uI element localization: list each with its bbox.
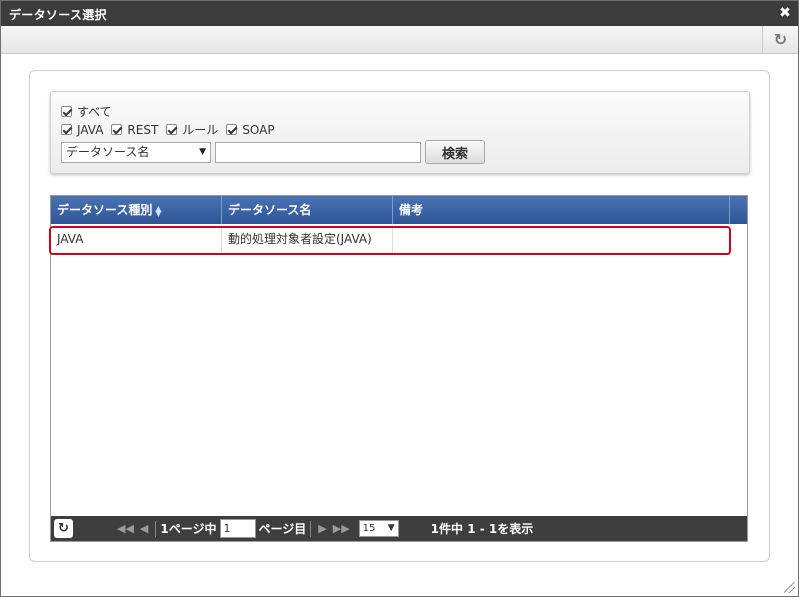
close-icon[interactable]: ✖ <box>778 4 792 21</box>
last-page-icon[interactable]: ▶▶ <box>333 522 350 535</box>
checkbox-soap-label: SOAP <box>242 122 275 137</box>
toolbar: ↻ <box>1 26 798 54</box>
page-prefix: 1ページ中 <box>160 522 217 536</box>
checkbox-rest-label: REST <box>127 122 159 137</box>
data-source-select-dialog: データソース選択 ✖ ↻ すべて JAVA REST ルール SOAP データソ… <box>0 0 799 597</box>
prev-page-icon[interactable]: ◀ <box>140 522 148 535</box>
checkbox-checked-icon[interactable] <box>111 124 123 135</box>
search-field-value: データソース名 <box>66 144 150 159</box>
sort-icon[interactable]: ▲ ▼ <box>155 204 161 217</box>
cell-name: 動的処理対象者設定(JAVA) <box>222 225 393 254</box>
page-size-select[interactable]: 15 ▼ <box>358 520 399 537</box>
column-header-type[interactable]: データソース種別 ▲ ▼ <box>51 196 222 224</box>
page-number-input[interactable]: 1 <box>219 519 256 538</box>
checkbox-checked-icon[interactable] <box>166 124 178 135</box>
first-page-icon[interactable]: ◀◀ <box>117 522 134 535</box>
title-bar[interactable]: データソース選択 ✖ <box>1 1 798 26</box>
checkbox-all[interactable]: すべて <box>61 103 112 120</box>
reload-icon[interactable]: ↻ <box>54 519 73 538</box>
checkbox-rest[interactable]: REST <box>111 123 158 137</box>
checkbox-row-all: すべて <box>61 103 120 120</box>
dropdown-arrow-icon: ▼ <box>387 523 395 533</box>
search-area: すべて JAVA REST ルール SOAP データソース名 ▼ 検索 <box>50 91 750 174</box>
dropdown-arrow-icon: ▼ <box>199 146 206 157</box>
checkbox-java-label: JAVA <box>77 122 104 137</box>
next-page-icon[interactable]: ▶ <box>318 522 326 535</box>
cell-note <box>393 225 731 254</box>
checkbox-checked-icon[interactable] <box>61 106 72 117</box>
pager-info: 1件中 1 - 1を表示 <box>430 522 534 536</box>
column-header-spacer <box>730 196 747 224</box>
column-header-name[interactable]: データソース名 <box>222 196 393 224</box>
search-field-select[interactable]: データソース名 ▼ <box>61 141 211 163</box>
grid-header: データソース種別 ▲ ▼ データソース名 備考 <box>51 196 747 224</box>
checkbox-rule-label: ルール <box>182 123 219 137</box>
column-header-type-label: データソース種別 <box>57 203 153 217</box>
checkbox-row-types: JAVA REST ルール SOAP <box>61 121 283 138</box>
refresh-icon[interactable]: ↻ <box>762 26 798 53</box>
search-controls: データソース名 ▼ 検索 <box>61 140 485 164</box>
page-suffix: ページ目 <box>258 522 307 536</box>
table-row[interactable]: JAVA 動的処理対象者設定(JAVA) <box>51 225 731 255</box>
page-size-value: 15 <box>362 523 376 534</box>
checkbox-checked-icon[interactable] <box>226 124 238 135</box>
pager-divider <box>155 520 157 537</box>
resize-grip-icon[interactable] <box>784 582 795 593</box>
pager-divider <box>310 520 312 537</box>
data-source-grid: データソース種別 ▲ ▼ データソース名 備考 JAVA 動的処理対象者設定(JAV… <box>49 195 748 542</box>
search-button[interactable]: 検索 <box>425 140 485 164</box>
dialog-title: データソース選択 <box>9 8 107 22</box>
checkbox-all-label: すべて <box>77 105 112 119</box>
search-keyword-input[interactable] <box>215 141 421 163</box>
column-header-note[interactable]: 備考 <box>393 196 730 224</box>
content-panel: すべて JAVA REST ルール SOAP データソース名 ▼ 検索 データソ… <box>29 70 770 562</box>
checkbox-java[interactable]: JAVA <box>61 123 103 137</box>
checkbox-rule[interactable]: ルール <box>166 121 218 138</box>
checkbox-checked-icon[interactable] <box>61 124 72 135</box>
cell-type: JAVA <box>51 225 222 254</box>
checkbox-soap[interactable]: SOAP <box>226 122 275 137</box>
pager: ↻ ◀◀ ◀ 1ページ中 1 ページ目 ▶ ▶▶ 15 ▼ 1件中 1 - 1を… <box>51 516 747 541</box>
